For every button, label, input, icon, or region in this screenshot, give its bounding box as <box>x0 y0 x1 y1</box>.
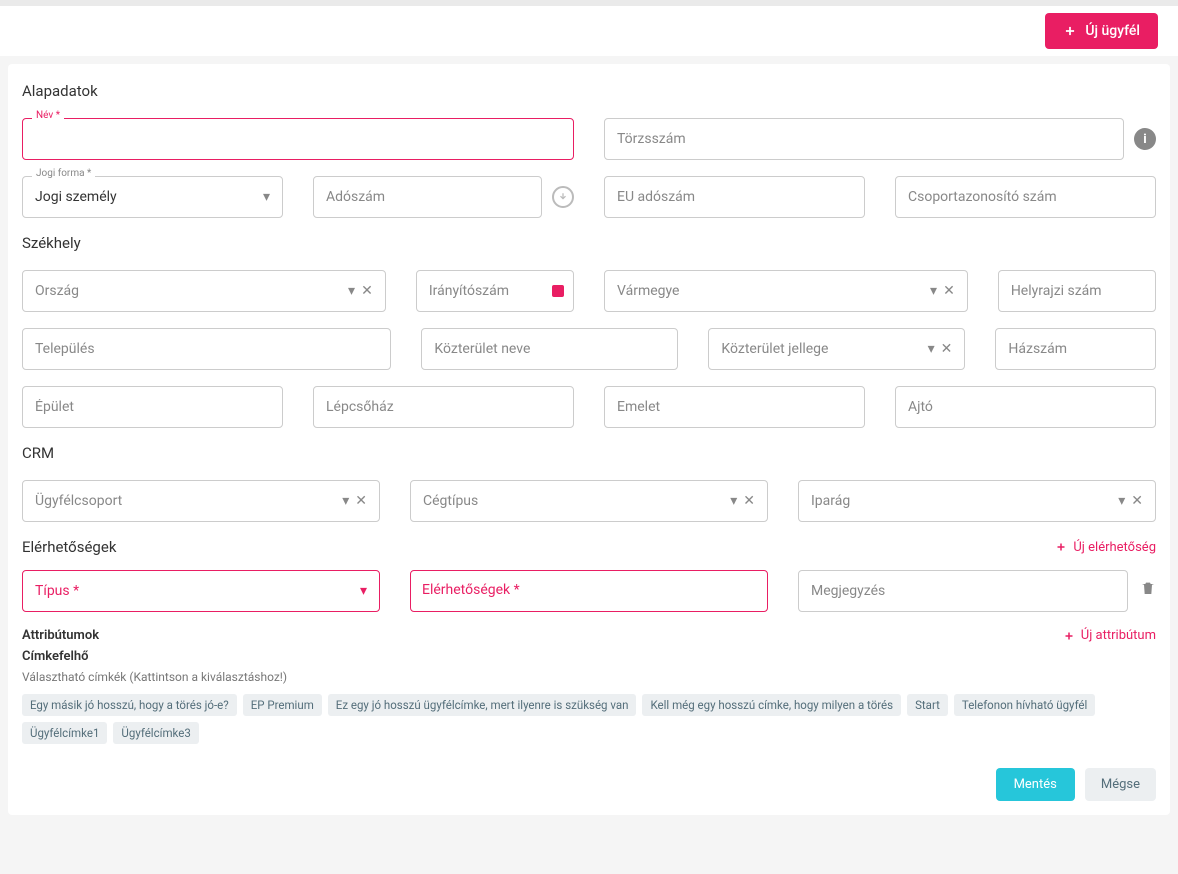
zip-badge-icon <box>552 285 564 297</box>
tag-cloud-title: Címkefelhő <box>22 649 1156 664</box>
tag-cloud-hint: Választható címkék (Kattintson a kiválas… <box>22 670 1156 684</box>
tag[interactable]: Ez egy jó hosszú ügyfélcímke, mert ilyen… <box>328 694 637 716</box>
staircase-input[interactable] <box>313 386 574 428</box>
tag[interactable]: Kell még egy hosszú címke, hogy milyen a… <box>642 694 901 716</box>
door-input[interactable] <box>895 386 1156 428</box>
name-input[interactable] <box>22 118 574 160</box>
industry-select[interactable]: Iparág ▾ ✕ <box>798 480 1156 522</box>
clear-icon[interactable]: ✕ <box>1131 493 1143 509</box>
group-id-input[interactable] <box>895 176 1156 218</box>
clear-icon[interactable]: ✕ <box>943 283 955 299</box>
chevron-down-icon: ▾ <box>342 493 349 509</box>
legal-form-value: Jogi személy <box>35 189 117 205</box>
tag[interactable]: Telefonon hívható ügyfél <box>954 694 1095 716</box>
add-contact-label: Új elérhetőség <box>1073 540 1156 555</box>
plus-icon <box>1063 24 1077 38</box>
settlement-input[interactable] <box>22 328 391 370</box>
client-group-select[interactable]: Ügyfélcsoport ▾ ✕ <box>22 480 380 522</box>
section-title-hq: Székhely <box>22 234 1156 252</box>
cancel-button[interactable]: Mégse <box>1085 768 1156 801</box>
chevron-down-icon: ▾ <box>928 341 935 357</box>
topographic-input[interactable] <box>998 270 1156 312</box>
save-button[interactable]: Mentés <box>996 768 1075 801</box>
tag[interactable]: EP Premium <box>243 694 322 716</box>
section-title-contacts: Elérhetőségek <box>22 538 116 556</box>
clear-icon[interactable]: ✕ <box>941 341 953 357</box>
trash-icon[interactable] <box>1140 580 1156 600</box>
reg-number-input[interactable] <box>604 118 1124 160</box>
add-contact-button[interactable]: Új elérhetőség <box>1055 540 1156 555</box>
street-type-label: Közterület jellege <box>721 341 828 357</box>
floor-input[interactable] <box>604 386 865 428</box>
tag[interactable]: Ügyfélcímke1 <box>22 722 107 744</box>
clear-icon[interactable]: ✕ <box>355 493 367 509</box>
country-label: Ország <box>35 283 79 299</box>
legal-form-select[interactable]: Jogi személy ▾ <box>22 176 283 218</box>
building-input[interactable] <box>22 386 283 428</box>
name-label: Név * <box>32 110 64 121</box>
company-type-select[interactable]: Cégtípus ▾ ✕ <box>410 480 768 522</box>
new-client-label: Új ügyfél <box>1085 23 1140 39</box>
contact-note-input[interactable] <box>798 570 1128 612</box>
company-type-label: Cégtípus <box>423 493 478 509</box>
street-name-input[interactable] <box>421 328 678 370</box>
tax-number-input[interactable] <box>313 176 542 218</box>
eu-tax-input[interactable] <box>604 176 865 218</box>
contact-type-select[interactable]: Típus * ▾ <box>22 570 380 612</box>
add-attribute-button[interactable]: Új attribútum <box>1063 628 1156 643</box>
chevron-down-icon: ▾ <box>730 493 737 509</box>
download-icon[interactable] <box>552 186 574 208</box>
chevron-down-icon: ▾ <box>263 189 270 205</box>
legal-form-label: Jogi forma * <box>32 168 95 179</box>
section-title-crm: CRM <box>22 444 1156 462</box>
street-type-select[interactable]: Közterület jellege ▾ ✕ <box>708 328 965 370</box>
clear-icon[interactable]: ✕ <box>743 493 755 509</box>
country-select[interactable]: Ország ▾ ✕ <box>22 270 386 312</box>
chevron-down-icon: ▾ <box>930 283 937 299</box>
county-select[interactable]: Vármegye ▾ ✕ <box>604 270 968 312</box>
contact-value-input[interactable] <box>410 570 768 612</box>
chevron-down-icon: ▾ <box>360 583 367 599</box>
info-icon[interactable]: i <box>1134 128 1156 150</box>
zip-input[interactable] <box>416 270 574 312</box>
chevron-down-icon: ▾ <box>348 283 355 299</box>
section-title-attributes: Attribútumok <box>22 628 99 643</box>
tag[interactable]: Start <box>907 694 948 716</box>
county-label: Vármegye <box>617 283 679 299</box>
tag[interactable]: Egy másik jó hosszú, hogy a törés jó-e? <box>22 694 237 716</box>
contact-type-label: Típus * <box>35 583 79 599</box>
client-group-label: Ügyfélcsoport <box>35 493 122 509</box>
house-input[interactable] <box>995 328 1156 370</box>
tag[interactable]: Ügyfélcímke3 <box>113 722 198 744</box>
clear-icon[interactable]: ✕ <box>361 283 373 299</box>
add-attribute-label: Új attribútum <box>1081 628 1156 643</box>
plus-icon <box>1055 541 1067 553</box>
chevron-down-icon: ▾ <box>1118 493 1125 509</box>
plus-icon <box>1063 630 1075 642</box>
new-client-button[interactable]: Új ügyfél <box>1045 13 1158 49</box>
section-title-basic: Alapadatok <box>22 82 1156 100</box>
industry-label: Iparág <box>811 493 850 509</box>
